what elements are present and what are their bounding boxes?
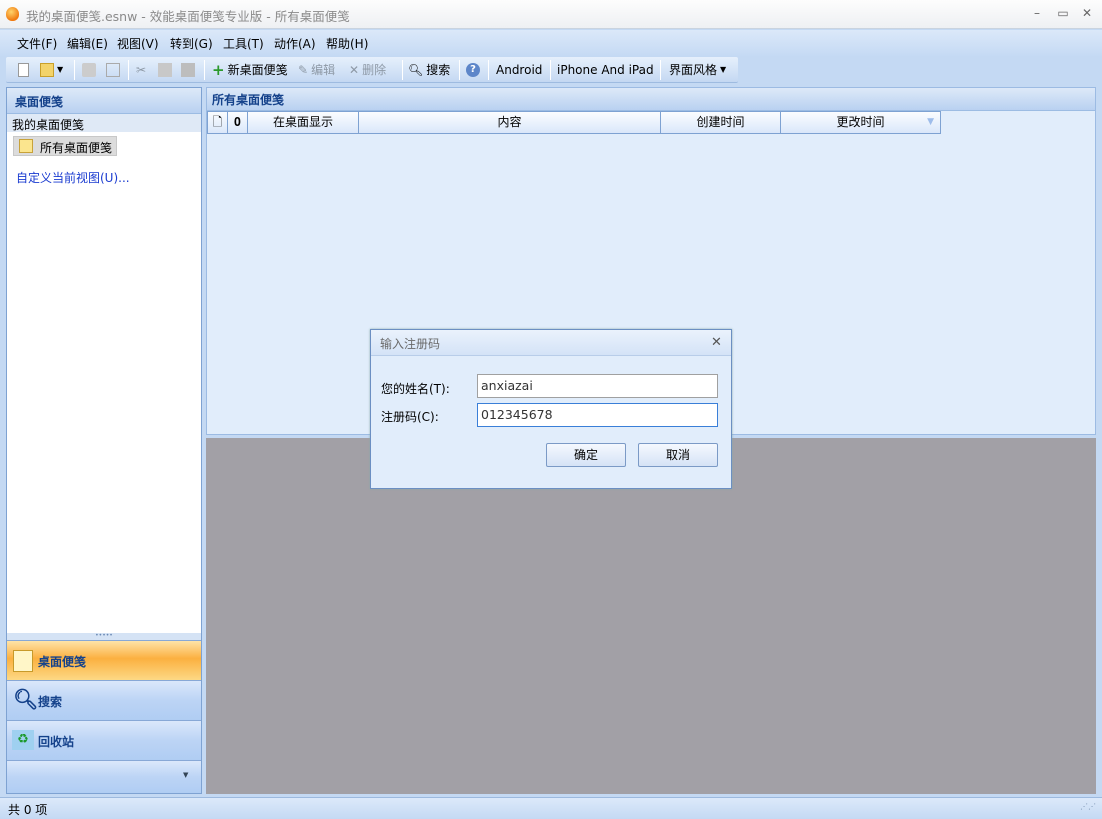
document-icon: 🗋	[212, 115, 223, 129]
ok-button[interactable]: 确定	[546, 443, 626, 467]
column-modified[interactable]: 更改时间 ▼	[781, 111, 941, 134]
delete-button[interactable]: ✕ 删除	[349, 61, 386, 79]
theme-dropdown[interactable]: 界面风格 ▼	[669, 61, 726, 79]
paperclip-icon: 𝟎	[234, 115, 241, 129]
cancel-button[interactable]: 取消	[638, 443, 718, 467]
dialog-title: 输入注册码	[371, 330, 731, 356]
app-logo-icon	[6, 7, 19, 21]
main-panel-header: 所有桌面便笺	[207, 88, 1095, 111]
preview-area	[206, 438, 1096, 794]
plus-icon: +	[212, 61, 225, 79]
android-button[interactable]: Android	[496, 61, 542, 79]
new-file-button[interactable]	[18, 61, 29, 79]
menu-actions[interactable]: 动作(A)	[274, 35, 316, 52]
window-title: 我的桌面便笺.esnw - 效能桌面便笺专业版 - 所有桌面便笺	[26, 9, 350, 24]
search-button[interactable]: 🔍︎ 搜索	[408, 61, 450, 79]
close-button[interactable]: ✕	[1078, 6, 1096, 22]
menu-goto[interactable]: 转到(G)	[170, 35, 213, 52]
chevron-down-icon: ▼	[183, 771, 189, 779]
menu-view[interactable]: 视图(V)	[117, 35, 159, 52]
paste-icon	[181, 63, 195, 77]
open-button[interactable]: ▼	[40, 61, 63, 79]
column-attachment[interactable]: 𝟎	[228, 111, 248, 134]
column-content[interactable]: 内容	[359, 111, 661, 134]
recycle-bin-icon: ♻	[12, 730, 34, 750]
resize-grip-icon[interactable]: ⋰⋰	[1080, 802, 1096, 811]
splitter-handle[interactable]: •••••	[7, 633, 201, 640]
copy-button[interactable]	[158, 61, 172, 79]
menu-help[interactable]: 帮助(H)	[326, 35, 368, 52]
name-input[interactable]: anxiazai	[477, 374, 718, 398]
column-type[interactable]: 🗋	[207, 111, 228, 134]
print-preview-icon	[106, 63, 120, 77]
nav-search[interactable]: 🔍︎ 搜索	[7, 680, 201, 720]
column-show-on-desktop[interactable]: 在桌面显示	[248, 111, 359, 134]
item-count: 共 0 项	[8, 803, 48, 817]
code-input[interactable]: 012345678	[477, 403, 718, 427]
search-icon: 🔍︎	[408, 63, 424, 77]
folder-open-icon	[40, 63, 54, 77]
nav-notes[interactable]: 桌面便笺	[7, 640, 201, 680]
help-icon: ?	[466, 63, 480, 77]
left-panel-header: 桌面便笺	[7, 88, 201, 114]
chevron-down-icon: ▼	[720, 65, 727, 74]
code-label: 注册码(C):	[381, 410, 439, 424]
register-dialog: 输入注册码 ✕ 您的姓名(T): anxiazai 注册码(C): 012345…	[370, 329, 732, 489]
minimize-button[interactable]: –	[1028, 6, 1046, 22]
paste-button[interactable]	[181, 61, 195, 79]
pencil-icon: ✎	[298, 63, 309, 77]
status-bar: 共 0 项 ⋰⋰	[0, 797, 1102, 819]
maximize-button[interactable]: ▭	[1054, 6, 1072, 22]
menu-tools[interactable]: 工具(T)	[223, 35, 264, 52]
copy-icon	[158, 63, 172, 77]
printer-icon	[82, 63, 96, 77]
scissors-icon: ✂	[136, 63, 147, 77]
iphone-ipad-button[interactable]: iPhone And iPad	[557, 61, 654, 79]
customize-view-link[interactable]: 自定义当前视图(U)...	[16, 169, 130, 186]
left-panel: 桌面便笺 我的桌面便笺 所有桌面便笺 自定义当前视图(U)... ••••• 桌…	[6, 87, 202, 794]
cut-button[interactable]: ✂	[136, 61, 146, 79]
menu-file[interactable]: 文件(F)	[17, 35, 57, 52]
nav-recycle-bin[interactable]: ♻ 回收站	[7, 720, 201, 760]
column-created[interactable]: 创建时间	[661, 111, 781, 134]
help-button[interactable]: ?	[466, 61, 480, 79]
sort-desc-icon: ▼	[927, 117, 934, 127]
menu-bar: 文件(F) 编辑(E) 视图(V) 转到(G) 工具(T) 动作(A) 帮助(H…	[0, 30, 1102, 56]
print-preview-button[interactable]	[106, 61, 120, 79]
magnifier-icon: 🔍︎	[13, 687, 39, 711]
print-button[interactable]	[82, 61, 96, 79]
delete-x-icon: ✕	[349, 63, 360, 77]
nav-more-button[interactable]: ▼	[7, 760, 201, 793]
toolbar: ▼ ✂ + 新桌面便笺 ✎ 编辑 ✕ 删除 🔍︎ 搜索 ? Android iPhone…	[6, 57, 738, 83]
folder-all-notes[interactable]: 所有桌面便笺	[13, 136, 117, 156]
new-file-icon	[18, 63, 29, 77]
menu-edit[interactable]: 编辑(E)	[67, 35, 108, 52]
notes-folder-icon	[19, 139, 33, 153]
edit-button[interactable]: ✎ 编辑	[298, 61, 335, 79]
name-label: 您的姓名(T):	[381, 382, 450, 396]
note-clip-icon	[13, 650, 33, 672]
title-bar: 我的桌面便笺.esnw - 效能桌面便笺专业版 - 所有桌面便笺 – ▭ ✕	[0, 0, 1102, 29]
dialog-close-button[interactable]: ✕	[711, 335, 722, 350]
new-note-button[interactable]: + 新桌面便笺	[212, 61, 288, 79]
section-my-notes[interactable]: 我的桌面便笺	[7, 114, 201, 132]
